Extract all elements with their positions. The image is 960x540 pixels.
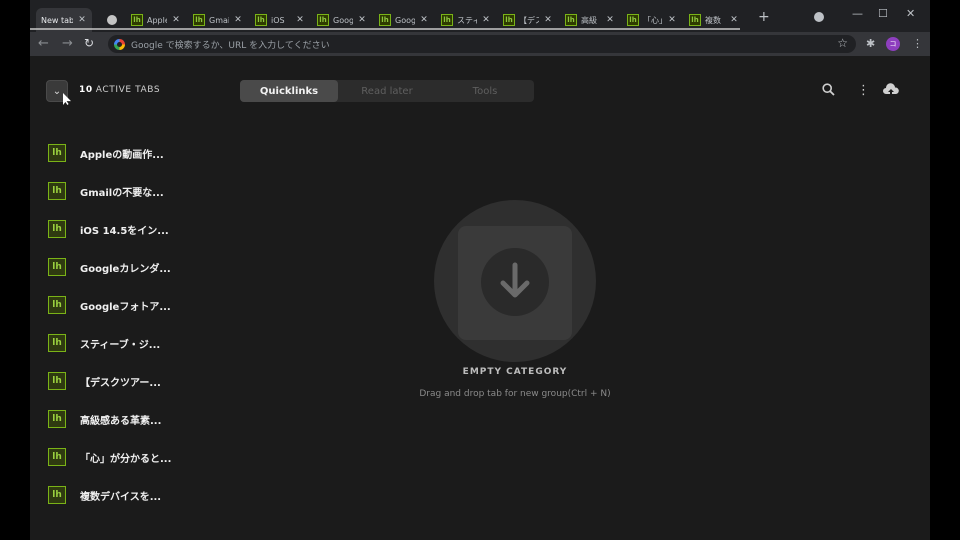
close-icon[interactable]: ✕ xyxy=(171,15,181,25)
close-icon[interactable]: ✕ xyxy=(543,15,553,25)
new-tab-icon[interactable]: + xyxy=(758,9,770,25)
browser-window: New tab ✕ lh Apple ✕ lh Gmail ✕ lh iOS ✕… xyxy=(30,0,930,540)
lh-favicon-icon: lh xyxy=(441,14,453,26)
reload-icon[interactable]: ↻ xyxy=(84,36,94,50)
close-icon[interactable]: ✕ xyxy=(357,15,367,25)
download-arrow-icon xyxy=(481,248,549,316)
lh-favicon-icon: lh xyxy=(48,410,66,428)
close-icon[interactable]: ✕ xyxy=(295,15,305,25)
list-item[interactable]: lh Appleの動画作... xyxy=(48,134,171,172)
close-icon[interactable]: ✕ xyxy=(481,15,491,25)
browser-tab-title: スティ xyxy=(457,15,477,25)
cloud-upload-icon[interactable] xyxy=(883,83,899,100)
browser-tab-title: Gmail xyxy=(209,15,229,25)
close-icon[interactable]: ✕ xyxy=(605,15,615,25)
list-item[interactable]: lh Googleフォトア... xyxy=(48,286,171,324)
lh-favicon-icon: lh xyxy=(48,334,66,352)
lh-favicon-icon: lh xyxy=(503,14,515,26)
list-item[interactable]: lh 「心」が分かると... xyxy=(48,438,171,476)
browser-tab-title: iOS xyxy=(271,15,285,25)
browser-tab-title: 複数 xyxy=(705,15,721,25)
tab-title: Googleカレンダ... xyxy=(80,263,171,275)
close-window-icon[interactable]: ✕ xyxy=(906,7,915,20)
browser-tab-title: 「心」 xyxy=(643,15,663,25)
list-item[interactable]: lh Gmailの不要な... xyxy=(48,172,171,210)
minimize-icon[interactable]: — xyxy=(852,7,863,20)
bookmark-star-icon[interactable]: ☆ xyxy=(837,36,848,50)
lh-favicon-icon: lh xyxy=(379,14,391,26)
active-tabs-count: 10 xyxy=(79,85,93,95)
lh-favicon-icon: lh xyxy=(627,14,639,26)
list-item[interactable]: lh iOS 14.5をイン... xyxy=(48,210,171,248)
browser-tab-title: Apple xyxy=(147,15,167,25)
new-tab-page: ⌄ 10 ACTIVE TABS Quicklinks Read later To… xyxy=(30,56,930,540)
maximize-icon[interactable]: ☐ xyxy=(878,7,888,20)
chevron-down-icon: ⌄ xyxy=(52,85,62,97)
lh-favicon-icon: lh xyxy=(193,14,205,26)
browser-tab-title: 高級 xyxy=(581,15,597,25)
lh-favicon-icon: lh xyxy=(48,220,66,238)
active-tabs-label: ACTIVE TABS xyxy=(95,85,161,95)
lh-favicon-icon: lh xyxy=(255,14,267,26)
browser-menu-icon[interactable]: ⋮ xyxy=(912,37,923,50)
lh-favicon-icon: lh xyxy=(48,182,66,200)
list-item[interactable]: lh 高級感ある革素... xyxy=(48,400,171,438)
list-item[interactable]: lh 複数デバイスを... xyxy=(48,476,171,514)
search-icon[interactable] xyxy=(822,83,835,100)
lh-favicon-icon: lh xyxy=(48,448,66,466)
loading-favicon-icon xyxy=(107,15,117,25)
tab-title: Googleフォトア... xyxy=(80,301,171,313)
close-icon[interactable]: ✕ xyxy=(233,15,243,25)
close-icon[interactable]: ✕ xyxy=(667,15,677,25)
category-switch: Quicklinks Read later Tools xyxy=(240,80,534,102)
active-tabs-heading: 10 ACTIVE TABS xyxy=(79,85,160,95)
tab-title: Appleの動画作... xyxy=(80,149,164,161)
extensions-puzzle-icon[interactable]: ✱ xyxy=(866,37,875,50)
close-icon[interactable]: ✕ xyxy=(729,15,739,25)
tab-title: 「心」が分かると... xyxy=(80,453,172,465)
browser-toolbar: ← → ↻ Google で検索するか、URL を入力してください ☆ ✱ コ … xyxy=(30,32,930,56)
browser-tab-title: 【デス xyxy=(519,15,539,25)
lh-favicon-icon: lh xyxy=(565,14,577,26)
tab-title: スティーブ・ジ... xyxy=(80,339,161,351)
active-tab-list: lh Appleの動画作... lh Gmailの不要な... lh iOS 1… xyxy=(48,134,171,514)
list-item[interactable]: lh Googleカレンダ... xyxy=(48,248,171,286)
lh-favicon-icon: lh xyxy=(48,296,66,314)
google-icon xyxy=(114,38,125,50)
tab-strip: New tab ✕ lh Apple ✕ lh Gmail ✕ lh iOS ✕… xyxy=(30,0,930,32)
tab-tools[interactable]: Tools xyxy=(436,80,534,102)
tab-title: 複数デバイスを... xyxy=(80,491,162,503)
lh-favicon-icon: lh xyxy=(317,14,329,26)
omnibox[interactable]: Google で検索するか、URL を入力してください ☆ xyxy=(108,35,856,53)
browser-tab-title: Goog xyxy=(333,15,353,25)
close-icon[interactable]: ✕ xyxy=(77,15,87,25)
forward-arrow-icon[interactable]: → xyxy=(62,36,73,51)
empty-state-title: EMPTY CATEGORY xyxy=(462,367,568,377)
lh-favicon-icon: lh xyxy=(689,14,701,26)
tab-title: 高級感ある革素... xyxy=(80,415,162,427)
tab-quicklinks[interactable]: Quicklinks xyxy=(240,80,338,102)
list-item[interactable]: lh スティーブ・ジ... xyxy=(48,324,171,362)
profile-avatar[interactable]: コ xyxy=(886,37,900,51)
more-vertical-icon[interactable]: ⋮ xyxy=(857,83,870,98)
tab-strip-underline xyxy=(30,28,740,30)
close-icon[interactable]: ✕ xyxy=(419,15,429,25)
tab-read-later[interactable]: Read later xyxy=(338,80,436,102)
lh-favicon-icon: lh xyxy=(48,258,66,276)
omnibox-placeholder: Google で検索するか、URL を入力してください xyxy=(131,40,330,51)
tab-title: iOS 14.5をイン... xyxy=(80,225,169,237)
lh-favicon-icon: lh xyxy=(48,486,66,504)
lh-favicon-icon: lh xyxy=(131,14,143,26)
empty-state-subtitle: Drag and drop tab for new group(Ctrl + N… xyxy=(419,389,611,399)
lh-favicon-icon: lh xyxy=(48,144,66,162)
tab-title: Gmailの不要な... xyxy=(80,187,164,199)
back-arrow-icon[interactable]: ← xyxy=(38,36,49,51)
tab-search-icon[interactable] xyxy=(814,12,824,22)
browser-tab-title: New tab xyxy=(41,15,73,25)
browser-tab-title: Goog xyxy=(395,15,415,25)
